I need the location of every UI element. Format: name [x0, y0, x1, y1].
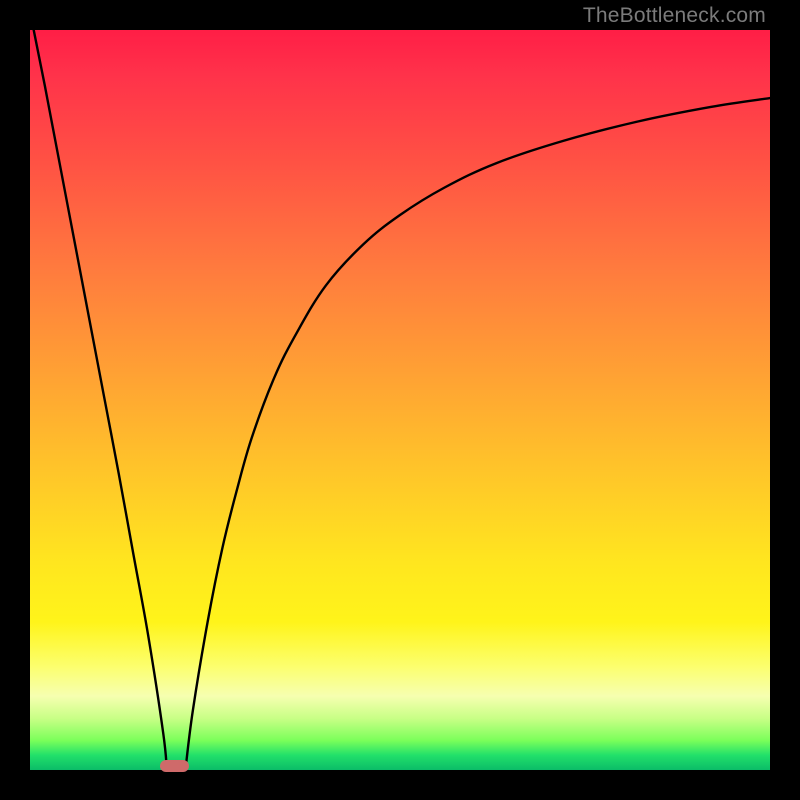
plot-area	[30, 30, 770, 770]
curve-left-branch	[34, 30, 167, 770]
chart-frame: TheBottleneck.com	[0, 0, 800, 800]
watermark-text: TheBottleneck.com	[583, 4, 766, 28]
bottleneck-curve	[30, 30, 770, 770]
target-marker	[160, 760, 190, 773]
curve-right-branch	[185, 98, 770, 770]
